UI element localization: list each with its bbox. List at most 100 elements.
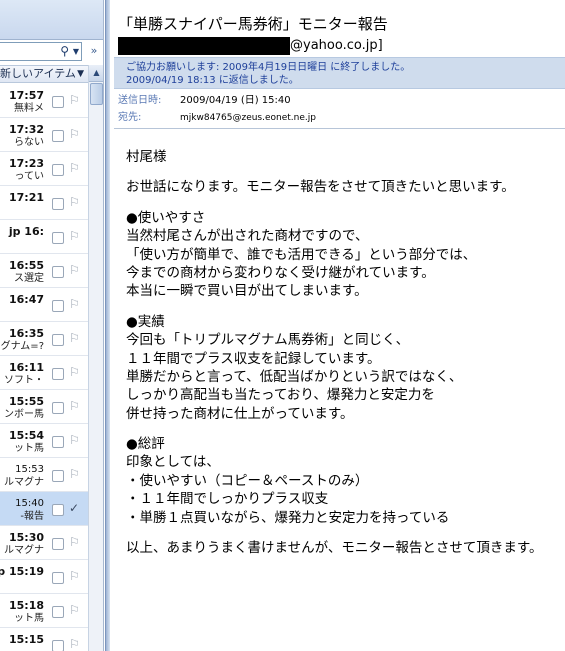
body-blank-line xyxy=(126,166,565,178)
flag-icon[interactable]: ⚐ xyxy=(69,365,80,379)
message-row[interactable]: 15:53 ルマグナ ⚐ xyxy=(0,458,88,492)
flag-icon[interactable]: ⚐ xyxy=(69,331,80,345)
message-row[interactable]: 16:35 グナム=? ⚐ xyxy=(0,322,88,356)
flag-icon[interactable]: ⚐ xyxy=(69,229,80,243)
category-checkbox[interactable] xyxy=(52,300,64,312)
message-subject-snippet: らない xyxy=(14,137,44,148)
flag-icon[interactable]: ⚐ xyxy=(69,467,80,481)
message-row[interactable]: 17:23 ってい ⚐ xyxy=(0,152,88,186)
flag-icon[interactable]: ⚐ xyxy=(69,195,80,209)
flag-icon[interactable]: ⚐ xyxy=(69,161,80,175)
list-scrollbar[interactable]: ▲ xyxy=(88,65,103,651)
message-time: 15:55 xyxy=(8,395,44,408)
category-checkbox[interactable] xyxy=(52,130,64,142)
message-subject-snippet: ってい xyxy=(14,171,45,182)
chevron-down-icon[interactable]: ▼ xyxy=(77,66,84,82)
message-subject: 「単勝スナイパー馬券術」モニター報告 xyxy=(118,15,388,33)
category-checkbox[interactable] xyxy=(52,640,64,651)
category-checkbox[interactable] xyxy=(52,436,64,448)
flag-icon[interactable]: ⚐ xyxy=(69,127,80,141)
message-body: 村尾様 お世話になります。モニター報告をさせて頂きたいと思います。 ●使いやすさ 当然… xyxy=(126,148,565,557)
category-checkbox[interactable] xyxy=(52,334,64,346)
body-line: 当然村尾さんが出された商材ですので、 xyxy=(126,228,369,245)
sender-address[interactable]: @yahoo.co.jp] xyxy=(290,37,383,55)
message-row[interactable]: 15:18 ット馬 ⚐ xyxy=(0,594,88,628)
body-blank-line xyxy=(126,527,565,539)
flag-icon[interactable]: ⚐ xyxy=(69,637,80,651)
body-blank-line xyxy=(126,301,565,313)
message-row[interactable]: jp 16: ⚐ xyxy=(0,220,88,254)
message-row[interactable]: 15:30 ルマグナ ⚐ xyxy=(0,526,88,560)
message-subject-snippet: グナム=? xyxy=(0,341,44,352)
message-row[interactable]: 17:21 ⚐ xyxy=(0,186,88,220)
category-checkbox[interactable] xyxy=(52,198,64,210)
message-row[interactable]: 16:55 ス選定 ⚐ xyxy=(0,254,88,288)
flag-icon[interactable]: ⚐ xyxy=(69,433,80,447)
body-line: ・使いやすい（コピー＆ペーストのみ） xyxy=(126,472,369,489)
message-row[interactable]: 15:54 ット馬 ⚐ xyxy=(0,424,88,458)
message-subject-snippet: ス選定 xyxy=(14,273,44,284)
flag-icon[interactable]: ⚐ xyxy=(69,399,80,413)
message-time: 17:57 xyxy=(8,89,44,102)
body-line: ●使いやすさ xyxy=(126,209,206,226)
message-row[interactable]: 17:57 無料メ ⚐ xyxy=(0,84,88,118)
message-time: 16:11 xyxy=(8,361,44,374)
to-label: 宛先: xyxy=(118,112,142,123)
message-subject-snippet: ンボー馬 xyxy=(4,409,44,420)
search-input[interactable]: ⚲ ▼ xyxy=(0,42,82,61)
body-line: 本当に一瞬で買い目が出てしまいます。 xyxy=(126,283,368,300)
flag-icon[interactable]: ⚐ xyxy=(69,569,80,583)
category-checkbox[interactable] xyxy=(52,96,64,108)
search-dropdown-icon[interactable]: ▼ xyxy=(73,44,79,59)
category-checkbox[interactable] xyxy=(52,368,64,380)
message-subject-snippet: ット馬 xyxy=(14,443,44,454)
category-checkbox[interactable] xyxy=(52,164,64,176)
arrange-by-header[interactable]: 新しいアイテム ▼ xyxy=(0,65,88,83)
search-icon[interactable]: ⚲ xyxy=(60,44,69,59)
message-row[interactable]: p 15:19 ⚐ xyxy=(0,560,88,594)
to-recipient[interactable]: mjkw84765@zeus.eonet.ne.jp xyxy=(180,112,316,124)
info-reply-notice: 2009/04/19 18:13 に返信しました。 xyxy=(126,75,299,86)
message-time: 15:54 xyxy=(8,429,44,442)
check-flag-icon[interactable]: ✓ xyxy=(69,501,79,515)
message-time: 17:23 xyxy=(8,157,44,170)
message-subject-snippet: ルマグナ xyxy=(4,477,44,488)
message-time: 17:21 xyxy=(8,191,44,204)
message-row[interactable]: 15:40 -報告 ✓ xyxy=(0,492,88,526)
message-list-pane: ⚲ ▼ » 新しいアイテム ▼ ▲ 17:57 無料メ ⚐ 17:32 らない ⚐ 17:2… xyxy=(0,0,104,651)
message-time: p 15:19 xyxy=(0,565,44,578)
message-subject-snippet: ルマグナ xyxy=(4,545,44,556)
flag-icon[interactable]: ⚐ xyxy=(69,603,80,617)
message-subject-snippet: ット馬 xyxy=(14,613,44,624)
flag-icon[interactable]: ⚐ xyxy=(69,93,80,107)
message-row[interactable]: 17:32 らない ⚐ xyxy=(0,118,88,152)
body-line: 「使い方が簡単で、誰でも活用できる」という部分では、 xyxy=(126,246,477,263)
message-row[interactable]: 16:47 ⚐ xyxy=(0,288,88,322)
flag-icon[interactable]: ⚐ xyxy=(69,297,80,311)
category-checkbox[interactable] xyxy=(52,504,64,516)
message-row[interactable]: 15:55 ンボー馬 ⚐ xyxy=(0,390,88,424)
scroll-thumb[interactable] xyxy=(90,83,103,105)
category-checkbox[interactable] xyxy=(52,470,64,482)
flag-icon[interactable]: ⚐ xyxy=(69,263,80,277)
message-row[interactable]: 15:15 ⚐ xyxy=(0,628,88,651)
body-line: 印象としては、 xyxy=(126,454,220,471)
category-checkbox[interactable] xyxy=(52,572,64,584)
category-checkbox[interactable] xyxy=(52,266,64,278)
category-checkbox[interactable] xyxy=(52,606,64,618)
scroll-up-icon[interactable]: ▲ xyxy=(89,65,103,82)
body-line: 村尾様 xyxy=(126,149,167,165)
flag-icon[interactable]: ⚐ xyxy=(69,535,80,549)
info-bar[interactable]: ご協力お願いします: 2009年4月19日日曜日 に終了しました。 2009/0… xyxy=(114,57,565,89)
category-checkbox[interactable] xyxy=(52,232,64,244)
category-checkbox[interactable] xyxy=(52,402,64,414)
body-line: しっかり高配当も当たっており、爆発力と安定力を xyxy=(126,387,435,404)
category-checkbox[interactable] xyxy=(52,538,64,550)
header-divider xyxy=(114,128,565,129)
reading-pane: 「単勝スナイパー馬券術」モニター報告 @yahoo.co.jp] ご協力お願いし… xyxy=(105,0,565,651)
message-row[interactable]: 16:11 ソフト・ ⚐ xyxy=(0,356,88,390)
message-time: jp 16: xyxy=(8,225,44,238)
message-time: 16:47 xyxy=(8,293,44,306)
expand-icon[interactable]: » xyxy=(86,42,102,61)
message-time: 16:55 xyxy=(8,259,44,272)
